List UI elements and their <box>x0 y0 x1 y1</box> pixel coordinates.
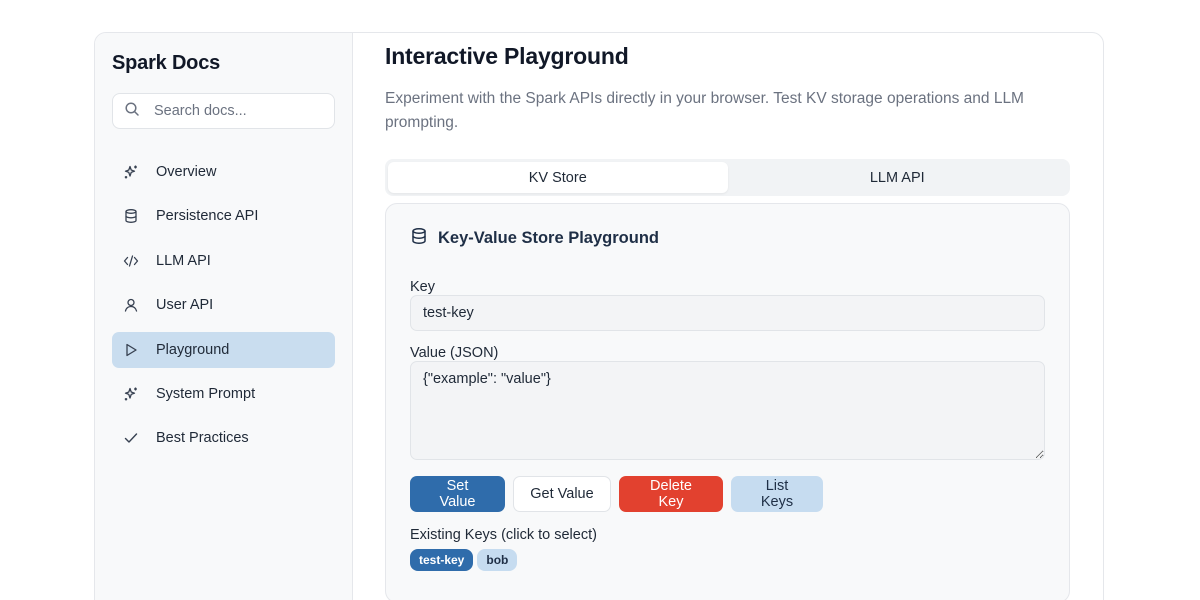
sidebar-item-llm-api[interactable]: LLM API <box>112 243 335 279</box>
sidebar-item-label: Best Practices <box>156 430 249 447</box>
set-value-button[interactable]: Set Value <box>410 476 505 512</box>
get-value-button[interactable]: Get Value <box>513 476 611 512</box>
page-description: Experiment with the Spark APIs directly … <box>385 90 1024 131</box>
list-keys-button[interactable]: List Keys <box>731 476 823 512</box>
sidebar-item-label: User API <box>156 297 214 314</box>
search-icon <box>124 101 140 122</box>
key-input[interactable] <box>410 295 1045 331</box>
value-textarea[interactable]: {"example": "value"} <box>410 361 1045 460</box>
main-content: Interactive Playground Experiment with t… <box>353 33 1103 600</box>
sidebar-item-label: Overview <box>156 164 217 180</box>
tab-llm-api[interactable]: LLM API <box>728 162 1068 193</box>
code-icon <box>123 253 139 269</box>
key-label: Key <box>410 279 435 295</box>
database-icon <box>123 208 139 224</box>
key-chip[interactable]: test-key <box>410 549 474 571</box>
search-box[interactable] <box>112 93 335 129</box>
brand-title: Spark Docs <box>112 52 221 74</box>
sparkles-icon <box>123 386 139 402</box>
page-title: Interactive Playground <box>385 43 629 69</box>
sidebar-item-system-prompt[interactable]: System Prompt <box>112 376 335 412</box>
user-icon <box>123 297 139 313</box>
app-window: Spark Docs Overview Persistence API <box>94 32 1104 600</box>
sidebar-item-user-api[interactable]: User API <box>112 287 335 323</box>
sidebar: Spark Docs Overview Persistence API <box>95 33 353 600</box>
check-icon <box>123 430 139 446</box>
sparkles-icon <box>123 164 139 180</box>
sidebar-item-label: System Prompt <box>156 385 256 402</box>
database-icon <box>410 227 428 250</box>
sidebar-item-persistence-api[interactable]: Persistence API <box>112 198 335 234</box>
sidebar-nav: Overview Persistence API LLM API User AP… <box>112 154 335 456</box>
search-input[interactable] <box>154 103 334 119</box>
sidebar-item-best-practices[interactable]: Best Practices <box>112 420 335 456</box>
card-header: Key-Value Store Playground <box>410 227 1045 250</box>
key-chip[interactable]: bob <box>477 549 518 571</box>
value-label: Value (JSON) <box>410 345 499 361</box>
sidebar-item-overview[interactable]: Overview <box>112 154 335 190</box>
action-buttons: Set Value Get Value Delete Key List Keys <box>410 476 1045 512</box>
tab-kv-store[interactable]: KV Store <box>388 162 728 193</box>
sidebar-item-label: Persistence API <box>156 208 259 225</box>
sidebar-item-playground[interactable]: Playground <box>112 331 335 368</box>
kv-playground-card: Key-Value Store Playground Key Value (JS… <box>385 203 1070 600</box>
sidebar-item-label: LLM API <box>156 252 211 269</box>
playground-tabs: KV Store LLM API <box>385 159 1070 196</box>
existing-keys-label: Existing Keys (click to select) <box>410 527 597 543</box>
play-icon <box>123 342 139 358</box>
delete-key-button[interactable]: Delete Key <box>619 476 723 512</box>
existing-keys-list: test-key bob <box>410 549 1045 571</box>
card-title: Key-Value Store Playground <box>438 229 659 247</box>
sidebar-item-label: Playground <box>156 341 230 358</box>
